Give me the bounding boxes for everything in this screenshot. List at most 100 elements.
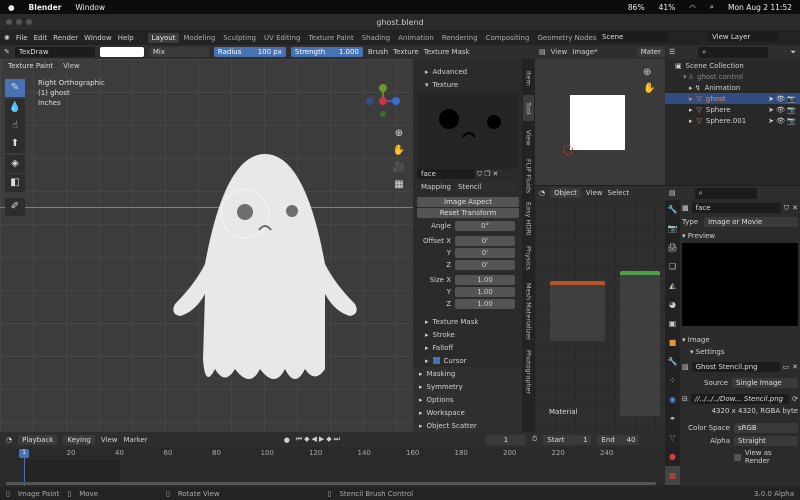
view-menu[interactable]: View: [586, 189, 603, 197]
alpha-dropdown[interactable]: Straight: [734, 436, 798, 446]
tab-animation[interactable]: Animation: [394, 33, 438, 43]
brush-icon[interactable]: ✎: [4, 48, 10, 56]
settings-subpanel-header[interactable]: ▾ Settings: [690, 348, 798, 356]
texture-preview[interactable]: [417, 93, 519, 169]
tab-texture-paint[interactable]: Texture Paint: [305, 33, 358, 43]
tab-layout[interactable]: Layout: [147, 32, 180, 43]
camera-icon[interactable]: 🎥: [390, 159, 408, 176]
outliner-item-sphere-001[interactable]: ▸ ▽ Sphere.001 ➤ 👁 📷: [665, 115, 800, 126]
image-name-field[interactable]: Ghost Stencil.png: [691, 362, 780, 372]
fake-user-icon[interactable]: ⛉: [784, 204, 789, 213]
fake-user-icon[interactable]: ⛉: [477, 170, 482, 179]
outliner-item-scene-collection[interactable]: ▣ Scene Collection: [665, 60, 800, 71]
physics-tab-icon[interactable]: ◉: [665, 390, 680, 409]
section-workspace[interactable]: ▸ Workspace: [413, 406, 523, 419]
brush-menu[interactable]: Brush: [368, 48, 388, 56]
view-layer-selector[interactable]: View Layer: [708, 32, 778, 42]
image-panel-header[interactable]: ▾ Image: [682, 336, 798, 344]
apple-icon[interactable]: ●: [8, 3, 15, 12]
radius-slider[interactable]: Radius 100 px: [213, 47, 286, 57]
unlink-icon[interactable]: ✕: [493, 170, 499, 178]
wifi-icon[interactable]: ◠: [689, 3, 696, 12]
image-editor[interactable]: ▤ View Image* Mater ⊕ ✋: [535, 45, 665, 185]
image-menu[interactable]: Image*: [572, 48, 597, 56]
tab-geometry-nodes[interactable]: Geometry Nodes: [533, 33, 600, 43]
prop-value-field[interactable]: 1.00: [455, 286, 515, 297]
app-menu[interactable]: Blender: [29, 3, 62, 12]
section-texture[interactable]: ▾ Texture: [413, 78, 523, 91]
window-menu[interactable]: Window: [75, 3, 105, 12]
texture-menu[interactable]: Texture: [393, 48, 419, 56]
tab-easy-hdri[interactable]: Easy HDRI: [523, 199, 534, 239]
brush-name-field[interactable]: TexDraw: [14, 47, 95, 57]
pan-hand-icon[interactable]: ✋: [643, 81, 655, 97]
texture-name-field[interactable]: face: [691, 203, 781, 213]
mask-tool[interactable]: ◧: [5, 174, 25, 192]
texture-tab-icon[interactable]: ▩: [665, 466, 680, 485]
menu-help[interactable]: Help: [118, 34, 134, 42]
image-browse-icon[interactable]: ▨: [682, 363, 689, 371]
current-frame-field[interactable]: 1: [485, 434, 526, 445]
filepath-field[interactable]: //../../../Dow... Stencil.png: [690, 394, 790, 404]
prop-value-field[interactable]: 0': [455, 235, 515, 246]
tab-rendering[interactable]: Rendering: [438, 33, 482, 43]
playhead[interactable]: 1: [19, 449, 29, 458]
ghost-model[interactable]: [165, 154, 365, 404]
playback-menu[interactable]: Playback: [18, 434, 58, 445]
pack-icon[interactable]: ⊟: [682, 395, 688, 403]
mapping-dropdown[interactable]: Stencil: [455, 181, 515, 192]
image-aspect-button[interactable]: Image Aspect: [417, 197, 519, 207]
clock[interactable]: Mon Aug 2 11:52: [728, 3, 792, 12]
blend-mode-dropdown[interactable]: Mix: [148, 47, 209, 57]
unlink-icon[interactable]: ✕: [792, 204, 798, 212]
start-frame-field[interactable]: Start 1: [543, 434, 592, 445]
source-dropdown[interactable]: Single Image: [732, 378, 798, 388]
view-menu[interactable]: View: [63, 62, 80, 70]
grid-icon[interactable]: ▦: [390, 176, 408, 193]
tab-view[interactable]: View: [523, 125, 534, 151]
shader-node-editor[interactable]: ◔ Object View Select Material: [535, 186, 665, 432]
image-canvas[interactable]: [570, 95, 625, 150]
tab-shading[interactable]: Shading: [358, 33, 394, 43]
view-menu[interactable]: View: [551, 48, 568, 56]
2d-cursor[interactable]: [563, 145, 573, 155]
select-menu[interactable]: Select: [608, 189, 630, 197]
record-button[interactable]: ●: [284, 436, 290, 444]
texture-mask-menu[interactable]: Texture Mask: [424, 48, 470, 56]
texture-browse-icon[interactable]: ▩: [682, 204, 689, 212]
tab-sculpting[interactable]: Sculpting: [219, 33, 260, 43]
mode-dropdown[interactable]: Texture Paint: [4, 60, 58, 71]
tab-physics[interactable]: Physics: [523, 241, 534, 275]
reset-transform-button[interactable]: Reset Transform: [417, 208, 519, 218]
section-symmetry[interactable]: ▸ Symmetry: [413, 380, 523, 393]
timeline[interactable]: ◔ Playback Keying View Marker ● ⏮◆◀▶◆⏭ 1…: [0, 432, 665, 487]
section-object-scatter[interactable]: ▸ Object Scatter: [413, 419, 523, 432]
tab-photographer[interactable]: Photographer: [523, 347, 534, 397]
end-frame-field[interactable]: End 40: [597, 434, 640, 445]
menu-file[interactable]: File: [16, 34, 28, 42]
render-tab-icon[interactable]: 📷: [665, 219, 680, 238]
editor-type-icon[interactable]: ◔: [6, 436, 12, 444]
view-layer-tab-icon[interactable]: ❏: [665, 257, 680, 276]
material-dropdown[interactable]: Mater: [636, 47, 665, 57]
world-tab-icon[interactable]: ◕: [665, 295, 680, 314]
output-tab-icon[interactable]: 🖨: [665, 238, 680, 257]
unlink-icon[interactable]: ✕: [792, 363, 798, 371]
outliner-item-animation[interactable]: ▸ ↯ Animation: [665, 82, 800, 93]
tab-compositing[interactable]: Compositing: [482, 33, 534, 43]
tab-modeling[interactable]: Modeling: [179, 33, 219, 43]
editor-type-icon[interactable]: ▤: [669, 189, 676, 197]
tab-uv-editing[interactable]: UV Editing: [260, 33, 305, 43]
color-swatch[interactable]: [99, 47, 144, 57]
prop-value-field[interactable]: 0': [455, 259, 515, 270]
blender-logo-icon[interactable]: ✺: [4, 34, 10, 42]
cursor-checkbox[interactable]: [432, 357, 440, 364]
section-advanced[interactable]: ▸ Advanced: [413, 65, 523, 78]
prop-value-field[interactable]: 0°: [455, 220, 515, 231]
marker-menu[interactable]: Marker: [123, 436, 147, 444]
keying-menu[interactable]: Keying: [63, 434, 95, 445]
tab-tool[interactable]: Tool: [523, 95, 534, 121]
properties-search[interactable]: ⌕: [694, 187, 757, 199]
colorspace-dropdown[interactable]: sRGB: [734, 423, 798, 433]
prop-value-field[interactable]: 1.00: [455, 298, 515, 309]
